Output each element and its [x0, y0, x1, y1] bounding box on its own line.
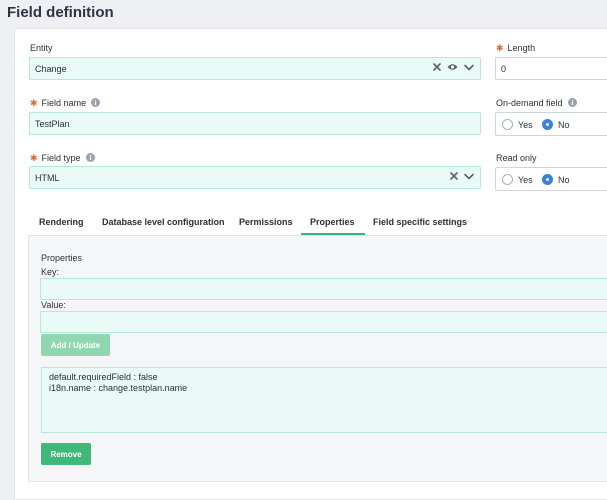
field-type-value: HTML: [35, 173, 60, 183]
list-item[interactable]: i18n.name : change.testplan.name: [49, 383, 600, 394]
tab-field-specific-settings[interactable]: Field specific settings: [373, 217, 467, 227]
read-only-no-radio[interactable]: No: [542, 174, 570, 185]
list-item[interactable]: default.requiredField : false: [49, 372, 600, 383]
on-demand-radio-group: Yes No: [495, 112, 607, 136]
entity-label: Entity: [30, 43, 53, 53]
field-name-label: ✱ Field name: [30, 98, 101, 109]
required-icon: ✱: [496, 43, 504, 53]
length-value: 0: [501, 64, 507, 74]
properties-panel: [28, 236, 607, 482]
required-icon: ✱: [30, 98, 38, 108]
clear-icon[interactable]: [433, 63, 441, 71]
add-update-button[interactable]: Add / Update: [41, 334, 110, 356]
page-header: Field definition: [0, 0, 607, 26]
radio-selected-icon: [542, 119, 553, 130]
tab-properties[interactable]: Properties: [310, 217, 355, 227]
active-tab-indicator: [301, 233, 365, 235]
on-demand-yes-radio[interactable]: Yes: [502, 119, 533, 130]
info-icon[interactable]: [567, 98, 577, 107]
tab-rendering[interactable]: Rendering: [39, 217, 84, 227]
entity-value: Change: [35, 64, 67, 74]
radio-label: No: [558, 119, 570, 130]
tab-permissions[interactable]: Permissions: [239, 217, 293, 227]
radio-selected-icon: [542, 174, 553, 185]
radio-unselected-icon: [502, 119, 513, 130]
radio-unselected-icon: [502, 174, 513, 185]
chevron-down-icon[interactable]: [464, 64, 474, 71]
remove-button[interactable]: Remove: [41, 443, 91, 465]
length-label: ✱ Length: [496, 43, 536, 53]
value-label: Value:: [41, 300, 66, 310]
tab-database-level-configuration[interactable]: Database level configuration: [102, 217, 225, 227]
radio-label: No: [558, 174, 570, 185]
field-type-label: ✱ Field type: [30, 153, 95, 164]
on-demand-no-radio[interactable]: No: [542, 119, 570, 130]
on-demand-label: On-demand field: [496, 98, 577, 108]
radio-label: Yes: [518, 119, 533, 130]
clear-icon[interactable]: [450, 172, 458, 180]
read-only-radio-group: Yes No: [495, 167, 607, 191]
read-only-yes-radio[interactable]: Yes: [502, 174, 533, 185]
key-input[interactable]: [40, 278, 607, 300]
field-name-input[interactable]: TestPlan: [29, 112, 481, 135]
required-icon: ✱: [30, 153, 38, 163]
entity-select[interactable]: Change: [29, 57, 481, 80]
page-title: Field definition: [7, 4, 114, 21]
field-name-value: TestPlan: [35, 119, 70, 129]
read-only-label: Read only: [496, 153, 537, 163]
value-input[interactable]: [40, 311, 607, 333]
eye-icon[interactable]: [447, 63, 458, 71]
chevron-down-icon[interactable]: [464, 173, 474, 180]
radio-label: Yes: [518, 174, 533, 185]
properties-section-title: Properties: [41, 253, 83, 263]
key-label: Key:: [41, 267, 60, 277]
info-icon[interactable]: [85, 153, 95, 162]
field-type-select[interactable]: HTML: [29, 166, 481, 189]
length-input[interactable]: 0: [495, 57, 607, 80]
properties-list[interactable]: default.requiredField : false i18n.name …: [41, 367, 607, 433]
info-icon[interactable]: [91, 98, 101, 107]
